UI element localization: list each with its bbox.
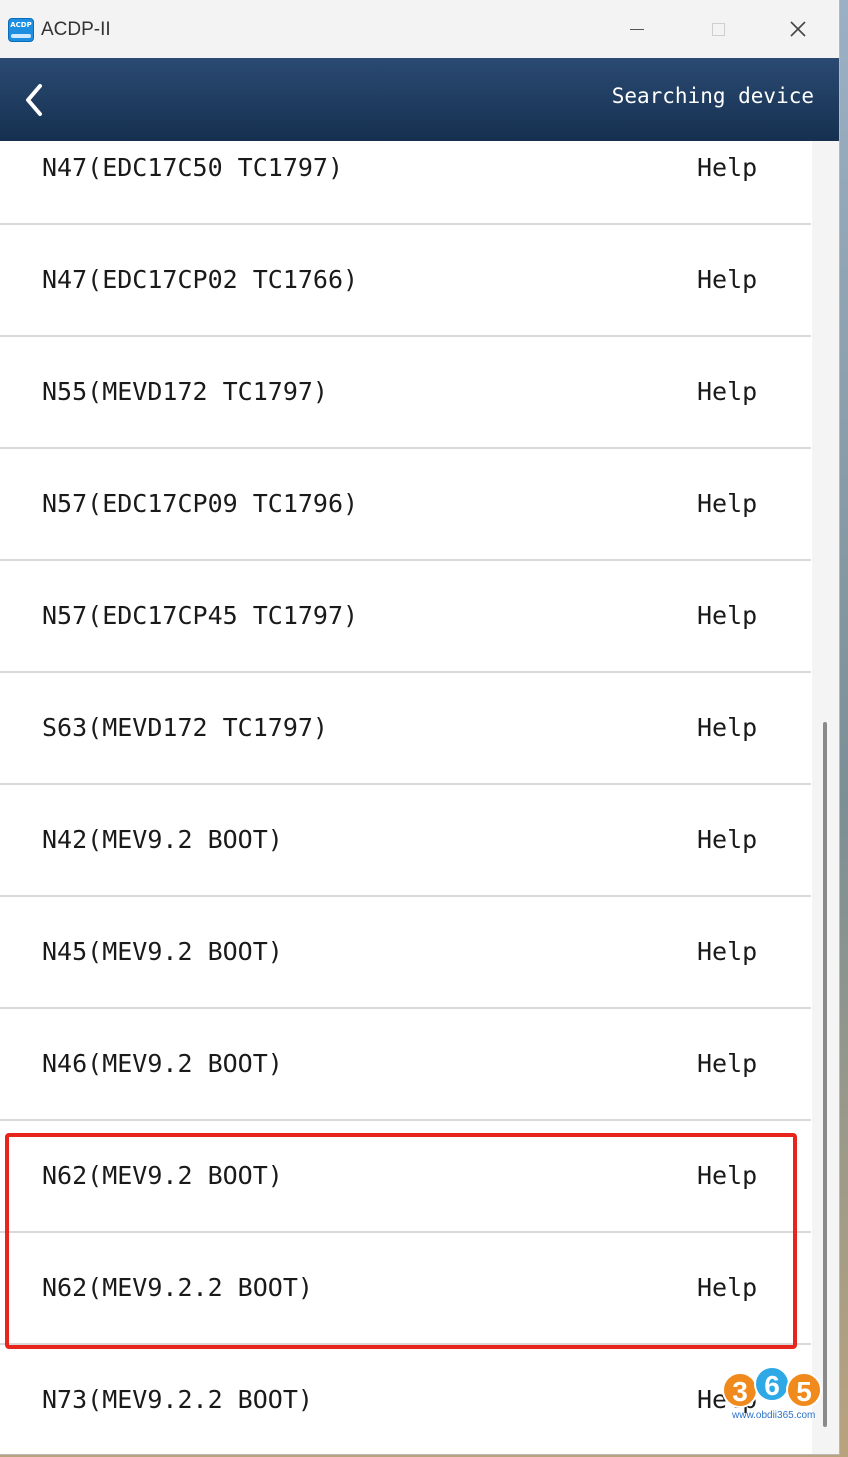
help-button[interactable]: Help: [697, 1049, 757, 1078]
help-button[interactable]: Help: [697, 489, 757, 518]
watermark-badge: 3 6 5: [722, 1366, 822, 1408]
help-button[interactable]: Help: [697, 937, 757, 966]
scrollbar-thumb[interactable]: [823, 722, 827, 1427]
list-item[interactable]: N47(EDC17CP02 TC1766) Help: [0, 225, 811, 337]
help-button[interactable]: Help: [697, 713, 757, 742]
ecu-label: N45(MEV9.2 BOOT): [42, 937, 283, 966]
help-button[interactable]: Help: [697, 1161, 757, 1190]
help-button[interactable]: Help: [697, 1273, 757, 1302]
app-icon-text: ACDP: [10, 21, 32, 29]
maximize-icon: [711, 22, 725, 36]
ecu-label: S63(MEVD172 TC1797): [42, 713, 328, 742]
help-button[interactable]: Help: [697, 377, 757, 406]
list-item[interactable]: N45(MEV9.2 BOOT) Help: [0, 897, 811, 1009]
watermark-digit: 3: [722, 1372, 758, 1408]
ecu-label: N57(EDC17CP45 TC1797): [42, 601, 359, 630]
window-title: ACDP-II: [41, 19, 111, 40]
title-bar[interactable]: ACDP ACDP-II: [0, 0, 839, 58]
chevron-left-icon: [26, 84, 42, 116]
ecu-label: N47(EDC17CP02 TC1766): [42, 265, 359, 294]
list-item[interactable]: S63(MEVD172 TC1797) Help: [0, 673, 811, 785]
watermark-logo: 3 6 5 www.obdii365.com: [722, 1348, 826, 1426]
list-item[interactable]: N57(EDC17CP45 TC1797) Help: [0, 561, 811, 673]
back-button[interactable]: [14, 80, 54, 120]
watermark-url: www.obdii365.com: [732, 1410, 816, 1421]
close-button[interactable]: [758, 0, 838, 58]
help-button[interactable]: Help: [697, 265, 757, 294]
watermark-digit: 5: [786, 1372, 822, 1408]
maximize-button[interactable]: [678, 0, 758, 58]
ecu-label: N55(MEVD172 TC1797): [42, 377, 328, 406]
app-icon: ACDP: [8, 18, 34, 42]
list-item[interactable]: N62(MEV9.2.2 BOOT) Help: [0, 1233, 811, 1345]
list-item[interactable]: N57(EDC17CP09 TC1796) Help: [0, 449, 811, 561]
watermark-digit: 6: [754, 1366, 790, 1402]
device-status: Searching device: [611, 84, 814, 108]
ecu-label: N57(EDC17CP09 TC1796): [42, 489, 359, 518]
ecu-list[interactable]: N47(EDC17C50 TC1797) Help N47(EDC17CP02 TC…: [0, 141, 811, 1454]
list-item[interactable]: N55(MEVD172 TC1797) Help: [0, 337, 811, 449]
list-item[interactable]: N42(MEV9.2 BOOT) Help: [0, 785, 811, 897]
help-button[interactable]: Help: [697, 153, 757, 182]
help-button[interactable]: Help: [697, 825, 757, 854]
app-icon-wave: [11, 34, 31, 38]
app-header: Searching device: [0, 58, 839, 141]
minimize-icon: [630, 28, 644, 30]
ecu-label: N62(MEV9.2.2 BOOT): [42, 1273, 313, 1302]
list-item[interactable]: N47(EDC17C50 TC1797) Help: [0, 141, 811, 225]
ecu-label: N42(MEV9.2 BOOT): [42, 825, 283, 854]
ecu-label: N47(EDC17C50 TC1797): [42, 153, 344, 182]
list-item[interactable]: N46(MEV9.2 BOOT) Help: [0, 1009, 811, 1121]
app-window: ACDP ACDP-II Searching device N47(EDC17C…: [0, 0, 840, 1455]
close-icon: [790, 21, 806, 37]
ecu-label: N46(MEV9.2 BOOT): [42, 1049, 283, 1078]
minimize-button[interactable]: [597, 0, 677, 58]
ecu-label: N73(MEV9.2.2 BOOT): [42, 1385, 313, 1414]
list-item[interactable]: N62(MEV9.2 BOOT) Help: [0, 1121, 811, 1233]
ecu-label: N62(MEV9.2 BOOT): [42, 1161, 283, 1190]
list-item[interactable]: N73(MEV9.2.2 BOOT)Help: [0, 1345, 811, 1454]
help-button[interactable]: Help: [697, 601, 757, 630]
